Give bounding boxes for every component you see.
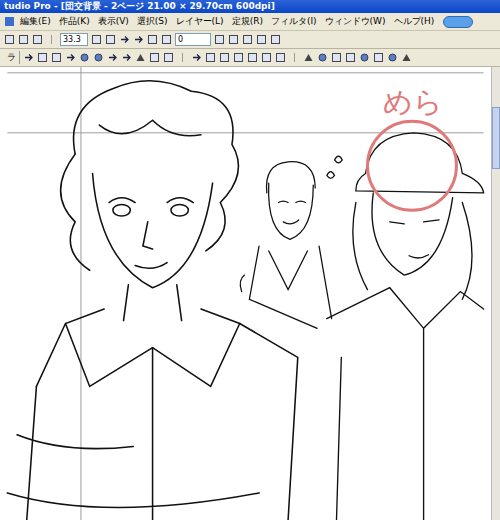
annotation-text: めら — [383, 85, 443, 119]
circle-tool-icon[interactable] — [93, 52, 104, 63]
circle-tool-icon[interactable] — [79, 52, 90, 63]
circle-tool-icon[interactable] — [387, 52, 398, 63]
menu-item[interactable]: ヘルプ(H) — [391, 15, 438, 28]
menu-item[interactable]: 定規(R) — [229, 15, 266, 28]
arrow-icon[interactable] — [23, 52, 34, 63]
menu-item[interactable]: 表示(V) — [95, 15, 132, 28]
arrow-icon[interactable] — [191, 52, 202, 63]
tool-square-icon[interactable] — [105, 34, 116, 45]
tool-square-icon[interactable] — [233, 52, 244, 63]
menu-item[interactable]: 作品(K) — [56, 15, 93, 28]
middle-man-figure — [240, 156, 342, 328]
tool-square-icon[interactable] — [51, 52, 62, 63]
menu-bar: 編集(E)作品(K)表示(V)選択(S)レイヤー(L)定規(R)フィルタ(I)ウ… — [0, 13, 500, 31]
angle-field[interactable]: 0 — [175, 33, 211, 46]
separator-icon[interactable] — [46, 34, 57, 45]
drawing-canvas[interactable]: めら — [0, 67, 491, 520]
tool-square-icon[interactable] — [219, 52, 230, 63]
tool-square-icon[interactable] — [331, 52, 342, 63]
right-man-figure — [327, 133, 484, 520]
circle-tool-icon[interactable] — [317, 52, 328, 63]
canvas-area: めら — [0, 67, 500, 520]
vertical-scrollbar[interactable] — [491, 67, 500, 520]
tool-palette-bar: ラ — [0, 49, 500, 67]
main-toolbar: 33.30 — [0, 31, 500, 49]
menu-item[interactable]: 編集(E) — [17, 15, 54, 28]
arrow-icon[interactable] — [119, 34, 130, 45]
panel-tab[interactable]: ラ — [4, 51, 20, 64]
tool-square-icon[interactable] — [163, 52, 174, 63]
app-icon[interactable] — [4, 16, 15, 27]
tool-square-icon[interactable] — [32, 34, 43, 45]
tool-square-icon[interactable] — [4, 34, 15, 45]
tool-square-icon[interactable] — [261, 52, 272, 63]
menu-item[interactable]: フィルタ(I) — [268, 15, 320, 28]
tool-square-icon[interactable] — [247, 52, 258, 63]
zoom-field[interactable]: 33.3 — [60, 33, 88, 46]
triangle-icon[interactable] — [303, 52, 314, 63]
arrow-icon[interactable] — [65, 52, 76, 63]
tool-square-icon[interactable] — [228, 34, 239, 45]
triangle-icon[interactable] — [135, 52, 146, 63]
tool-square-icon[interactable] — [149, 52, 160, 63]
title-bar: tudio Pro - [団交背景 - 2ページ 21.00 × 29.70cm… — [0, 0, 500, 13]
left-man-figure — [7, 81, 297, 520]
tool-square-icon[interactable] — [242, 34, 253, 45]
tool-square-icon[interactable] — [205, 52, 216, 63]
tool-square-icon[interactable] — [275, 52, 286, 63]
tool-square-icon[interactable] — [37, 52, 48, 63]
arrow-icon[interactable] — [107, 52, 118, 63]
separator-icon[interactable] — [177, 52, 188, 63]
menu-item[interactable]: レイヤー(L) — [173, 15, 227, 28]
menu-item[interactable]: 選択(S) — [134, 15, 171, 28]
zoom-pill-button[interactable] — [443, 16, 473, 28]
tool-square-icon[interactable] — [270, 34, 281, 45]
guide-lines — [7, 67, 483, 520]
circle-tool-icon[interactable] — [359, 52, 370, 63]
annotation-mark: めら — [367, 85, 456, 211]
tool-square-icon[interactable] — [91, 34, 102, 45]
tool-square-icon[interactable] — [18, 34, 29, 45]
tool-square-icon[interactable] — [214, 34, 225, 45]
separator-icon[interactable] — [289, 52, 300, 63]
tool-square-icon[interactable] — [373, 52, 384, 63]
arrow-icon[interactable] — [121, 52, 132, 63]
scroll-thumb[interactable] — [492, 107, 500, 169]
app-window: tudio Pro - [団交背景 - 2ページ 21.00 × 29.70cm… — [0, 0, 500, 520]
tool-square-icon[interactable] — [256, 34, 267, 45]
menu-item[interactable]: ウィンドウ(W) — [322, 15, 389, 28]
triangle-icon[interactable] — [401, 52, 412, 63]
tool-square-icon[interactable] — [345, 52, 356, 63]
tool-square-icon[interactable] — [161, 34, 172, 45]
arrow-icon[interactable] — [133, 34, 144, 45]
tool-square-icon[interactable] — [147, 34, 158, 45]
